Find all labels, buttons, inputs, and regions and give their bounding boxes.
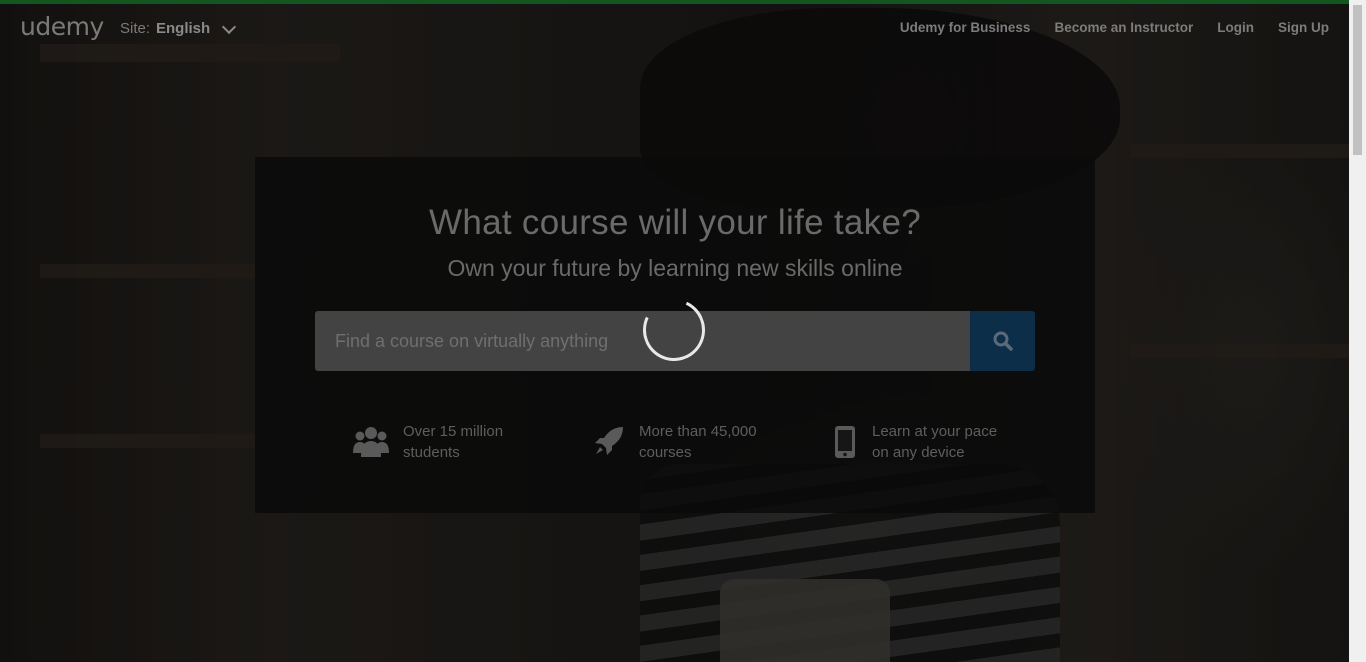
top-accent-bar [0,0,1349,4]
feature-courses-text: More than 45,000 courses [639,421,789,463]
users-icon [353,427,389,457]
hero-title: What course will your life take? [428,203,921,242]
hero-subtitle: Own your future by learning new skills o… [447,255,903,281]
page: udemy Site: English Udemy for Business B… [0,0,1366,662]
chevron-down-icon [222,19,237,34]
feature-device-line2: on any device [872,444,965,461]
feature-students-line1: Over 15 million [403,423,504,440]
site-language-select[interactable]: Site: English [120,19,237,37]
feature-courses: More than 45,000 courses [593,421,789,463]
feature-courses-line1: More than 45,000 [639,423,757,440]
search-button[interactable] [970,311,1035,371]
udemy-logo[interactable]: udemy [20,12,104,41]
feature-courses-line2: courses [639,444,692,461]
feature-students-line2: students [403,444,460,461]
features-row: Over 15 million students More than 45,00… [255,421,1095,465]
login-link[interactable]: Login [1217,20,1254,35]
udemy-for-business-link[interactable]: Udemy for Business [900,20,1031,35]
feature-device: Learn at your pace on any device [832,421,1022,463]
site-header: udemy Site: English Udemy for Business B… [0,4,1349,52]
feature-device-text: Learn at your pace on any device [872,421,1022,463]
mobile-icon [835,426,855,458]
site-value: English [156,20,211,37]
site-label: Site: [120,20,151,37]
become-instructor-link[interactable]: Become an Instructor [1054,20,1193,35]
signup-link[interactable]: Sign Up [1278,20,1329,35]
feature-students: Over 15 million students [353,421,553,463]
search-input[interactable] [315,311,970,371]
rocket-icon [595,427,623,455]
header-nav: Udemy for Business Become an Instructor … [900,20,1329,35]
scrollbar-thumb[interactable] [1353,5,1362,155]
feature-device-line1: Learn at your pace [872,423,998,440]
search-icon [993,331,1013,351]
page-scrollbar[interactable] [1349,0,1366,662]
feature-students-text: Over 15 million students [403,421,553,463]
